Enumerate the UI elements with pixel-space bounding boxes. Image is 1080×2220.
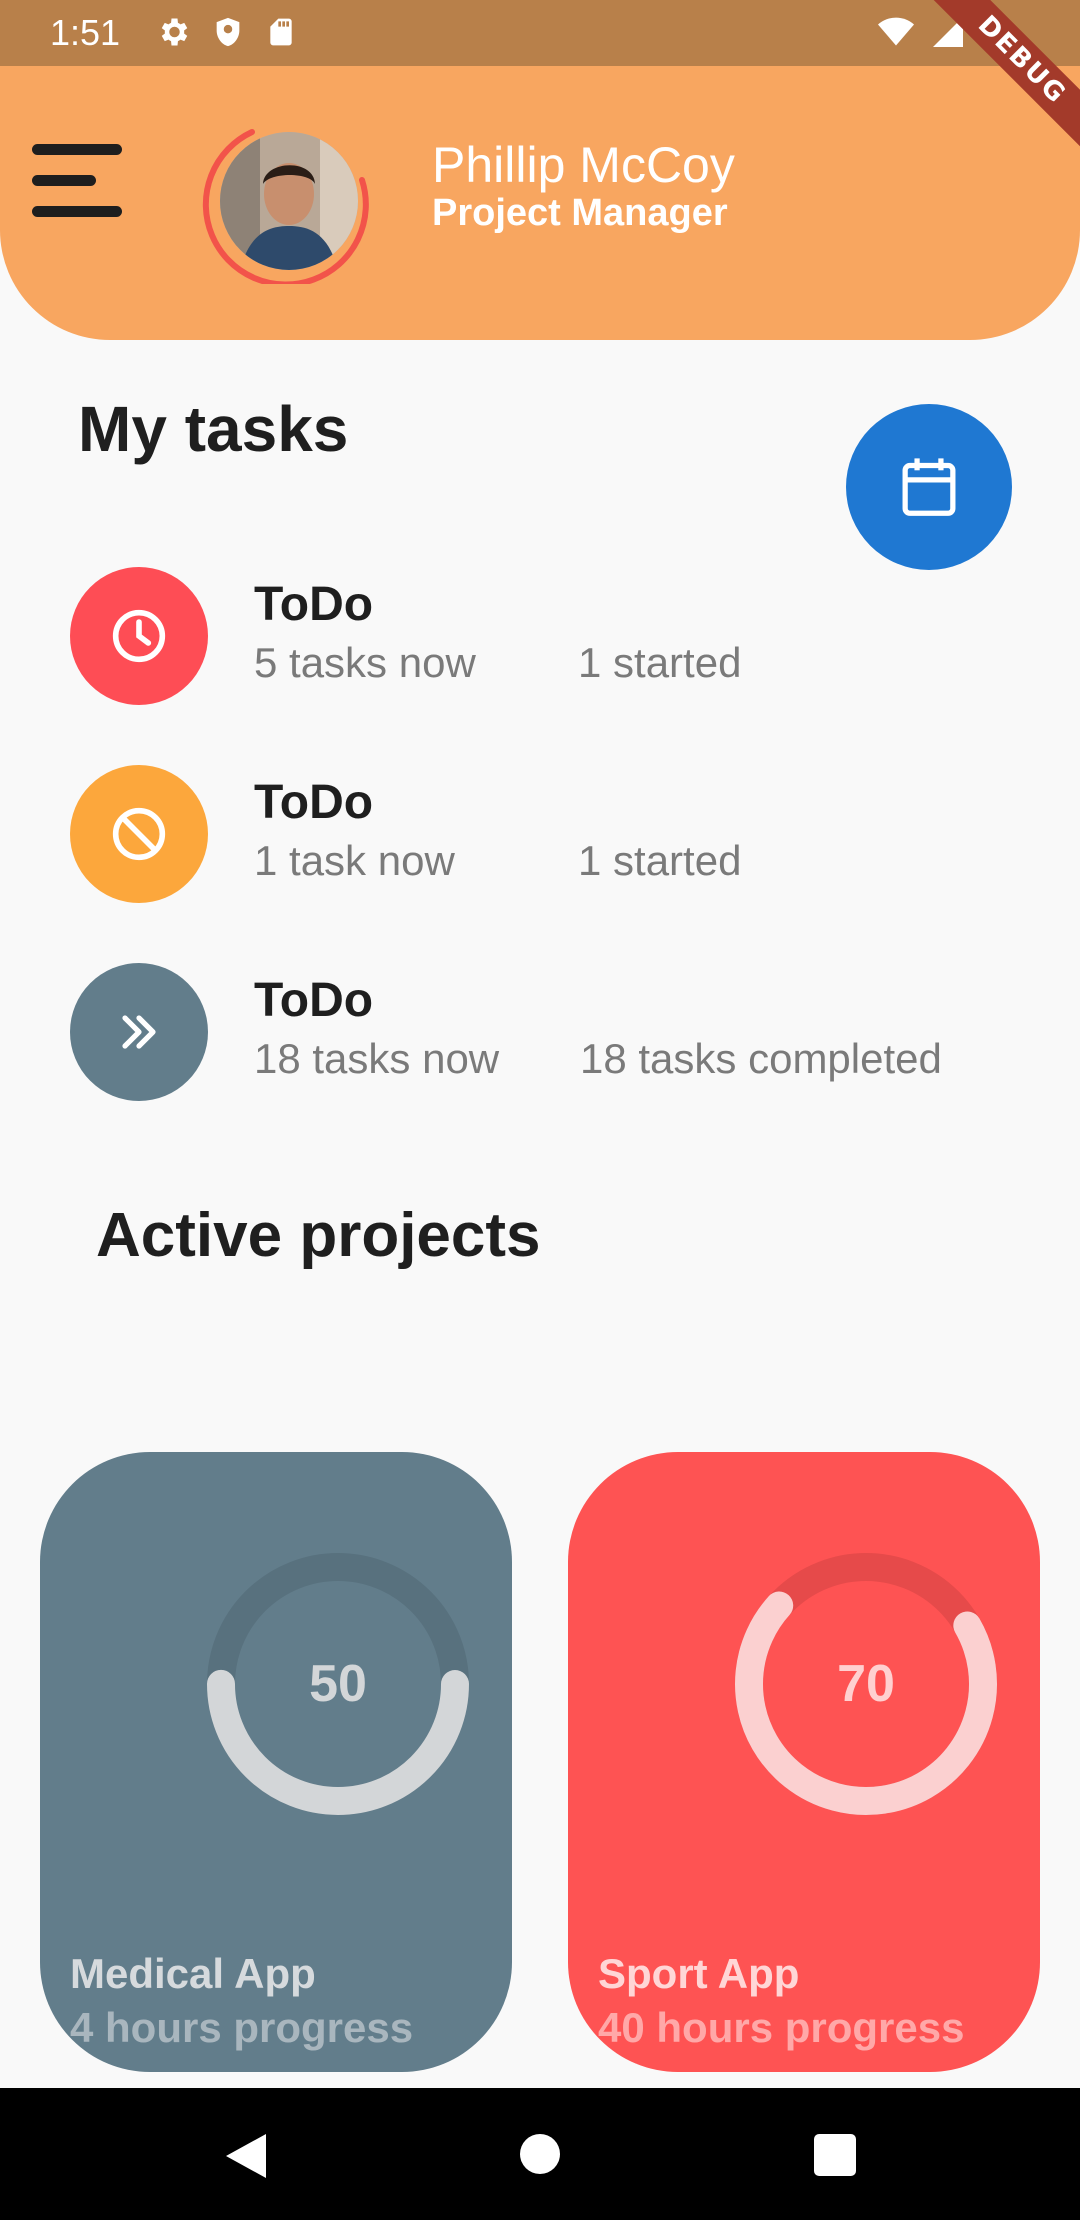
task-status: 1 started xyxy=(578,639,742,686)
avatar xyxy=(220,132,358,270)
project-card-sport-app[interactable]: 70 Sport App 40 hours progress xyxy=(568,1452,1040,2072)
back-icon[interactable] xyxy=(222,2132,268,2180)
clock-icon xyxy=(112,609,166,663)
calendar-button[interactable] xyxy=(846,404,1012,570)
task-row[interactable]: ToDo 5 tasks now 1 started xyxy=(70,567,1030,707)
status-bar: 1:51 xyxy=(0,0,1080,66)
settings-icon xyxy=(155,14,191,50)
task-icon-bg xyxy=(70,963,208,1101)
double-chevron-right-icon xyxy=(122,1015,156,1049)
task-count: 18 tasks now xyxy=(254,1035,500,1082)
task-title: ToDo xyxy=(254,974,374,1027)
profile-header: Phillip McCoy Project Manager xyxy=(0,66,1080,340)
task-title: ToDo xyxy=(254,776,374,829)
my-tasks-title: My tasks xyxy=(78,393,349,465)
project-card-medical-app[interactable]: 50 Medical App 4 hours progress xyxy=(40,1452,512,2072)
recents-icon[interactable] xyxy=(814,2134,856,2176)
project-subtitle: 4 hours progress xyxy=(70,2004,414,2051)
progress-value: 70 xyxy=(837,1655,895,1713)
block-icon xyxy=(112,807,166,861)
user-name: Phillip McCoy xyxy=(432,137,735,193)
user-role: Project Manager xyxy=(432,192,728,234)
system-nav-bar xyxy=(0,2088,1080,2220)
project-name: Medical App xyxy=(70,1950,316,1997)
task-icon-bg xyxy=(70,567,208,705)
project-name: Sport App xyxy=(598,1950,800,1997)
active-projects-title: Active projects xyxy=(96,1201,541,1270)
task-count: 1 task now xyxy=(254,837,455,884)
project-subtitle: 40 hours progress xyxy=(598,2004,965,2051)
task-row[interactable]: ToDo 1 task now 1 started xyxy=(70,765,1030,905)
task-status: 18 tasks completed xyxy=(580,1035,942,1082)
sd-card-icon xyxy=(265,14,297,50)
wifi-icon xyxy=(876,14,916,50)
menu-button[interactable] xyxy=(32,144,124,224)
task-icon-bg xyxy=(70,765,208,903)
menu-icon-line xyxy=(32,175,96,186)
task-count: 5 tasks now xyxy=(254,639,476,686)
menu-icon xyxy=(32,144,122,155)
avatar-container[interactable] xyxy=(202,114,372,284)
task-title: ToDo xyxy=(254,578,374,631)
task-row[interactable]: ToDo 18 tasks now 18 tasks completed xyxy=(70,963,1030,1103)
calendar-icon xyxy=(902,458,956,516)
progress-value: 50 xyxy=(309,1655,367,1713)
task-status: 1 started xyxy=(578,837,742,884)
menu-icon-line xyxy=(32,206,122,217)
shield-icon xyxy=(211,14,245,50)
status-time: 1:51 xyxy=(50,12,121,53)
home-icon[interactable] xyxy=(520,2134,560,2174)
